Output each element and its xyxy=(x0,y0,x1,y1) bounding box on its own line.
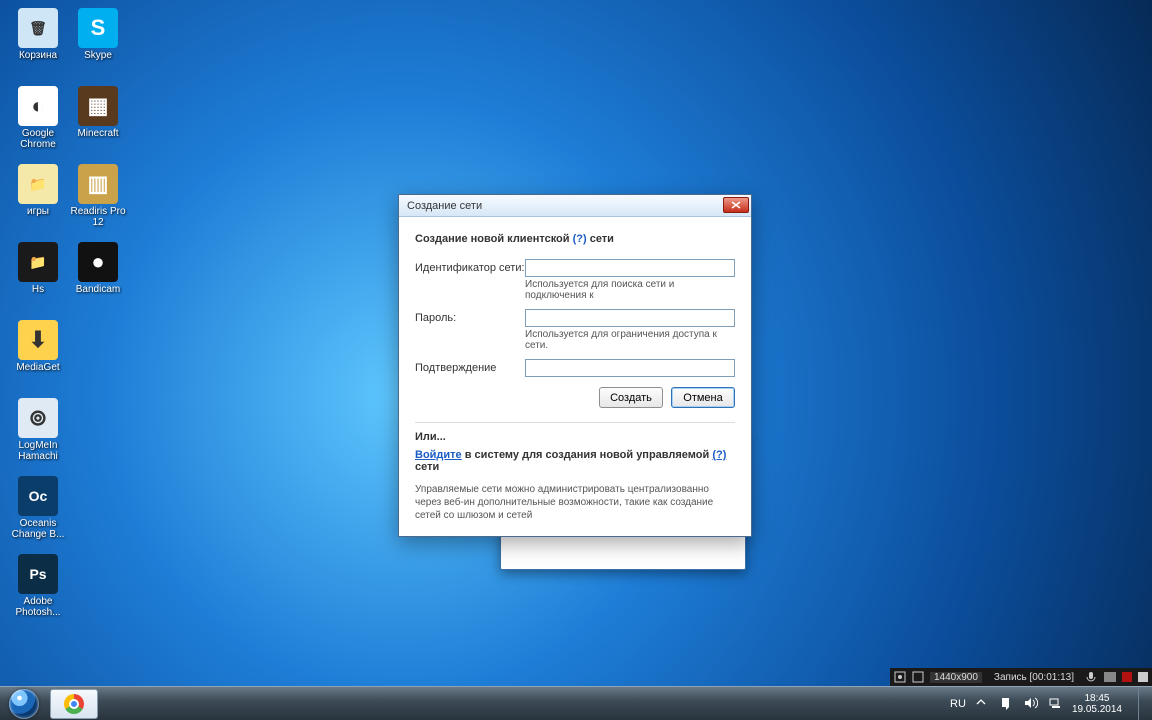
action-center-icon[interactable] xyxy=(1000,697,1014,711)
start-button[interactable] xyxy=(0,687,48,720)
stop-icon[interactable] xyxy=(1138,672,1148,682)
create-network-dialog: Создание сети Создание новой клиентской … xyxy=(398,194,752,537)
divider xyxy=(415,422,735,423)
app-icon: ● xyxy=(78,242,118,282)
desktop-icon-label: Skype xyxy=(84,50,112,61)
system-tray: RU 18:45 19.05.2014 xyxy=(950,687,1152,720)
desktop-icon-google-chrome[interactable]: ◐Google Chrome xyxy=(8,86,68,164)
confirm-label: Подтверждение xyxy=(415,362,525,374)
show-hidden-icons[interactable] xyxy=(976,697,990,711)
clock-time: 18:45 xyxy=(1072,693,1122,704)
record-indicator-icon[interactable] xyxy=(1122,672,1132,682)
chrome-icon xyxy=(64,694,84,714)
resolution-readout: 1440x900 xyxy=(930,672,982,683)
language-indicator[interactable]: RU xyxy=(950,698,966,710)
desktop-icon-adobe-photosh-[interactable]: PsAdobe Photosh... xyxy=(8,554,68,632)
close-icon xyxy=(731,201,741,209)
app-icon: ◐ xyxy=(18,86,58,126)
desktop-icon-игры[interactable]: 📁 игры xyxy=(8,164,68,242)
login-link[interactable]: Войдите xyxy=(415,449,462,461)
desktop-icon-label: Minecraft xyxy=(77,128,118,139)
target-icon[interactable] xyxy=(894,671,906,683)
desktop-icon-корзина[interactable]: 🗑 Корзина xyxy=(8,8,68,86)
mic-icon[interactable] xyxy=(1086,671,1098,683)
clock[interactable]: 18:45 19.05.2014 xyxy=(1072,693,1122,715)
managed-network-description: Управляемые сети можно администрировать … xyxy=(415,483,735,522)
confirm-password-input[interactable] xyxy=(525,359,735,377)
login-prompt: Войдите в систему для создания новой упр… xyxy=(415,449,735,473)
password-input[interactable] xyxy=(525,309,735,327)
desktop-icon-label: Google Chrome xyxy=(8,128,68,150)
desktop-icon-label: LogMeIn Hamachi xyxy=(8,440,68,462)
app-icon: ⬇ xyxy=(18,320,58,360)
dialog-titlebar[interactable]: Создание сети xyxy=(399,195,751,217)
dialog-title: Создание сети xyxy=(407,200,482,212)
network-icon[interactable] xyxy=(1048,697,1062,711)
desktop-icon-skype[interactable]: S Skype xyxy=(68,8,128,86)
app-icon: S xyxy=(78,8,118,48)
desktop-icon-label: MediaGet xyxy=(16,362,59,373)
desktop-icon-label: игры xyxy=(27,206,49,217)
taskbar-app-chrome[interactable] xyxy=(50,689,98,719)
app-icon: ▥ xyxy=(78,164,118,204)
desktop-icon-hs[interactable]: 📁 Hs xyxy=(8,242,68,320)
password-hint: Используется для ограничения доступа к с… xyxy=(525,329,735,351)
desktop-icon-label: Readiris Pro 12 xyxy=(68,206,128,228)
taskbar: RU 18:45 19.05.2014 xyxy=(0,686,1152,720)
network-id-input[interactable] xyxy=(525,259,735,277)
app-icon: 🗑 xyxy=(18,8,58,48)
dialog-heading: Создание новой клиентской (?) сети xyxy=(415,233,735,245)
close-button[interactable] xyxy=(723,197,749,213)
desktop-icon-minecraft[interactable]: ▦ Minecraft xyxy=(68,86,128,164)
app-icon: ▦ xyxy=(78,86,118,126)
desktop-icon-label: Bandicam xyxy=(76,284,120,295)
desktop-icon-logmein-hamachi[interactable]: ⊚LogMeIn Hamachi xyxy=(8,398,68,476)
desktop-icon-label: Корзина xyxy=(19,50,57,61)
desktop-icon-mediaget[interactable]: ⬇ MediaGet xyxy=(8,320,68,398)
or-label: Или... xyxy=(415,431,735,443)
volume-icon[interactable] xyxy=(1024,697,1038,711)
desktop-icon-label: Hs xyxy=(32,284,44,295)
network-id-label: Идентификатор сети: xyxy=(415,262,525,274)
network-id-hint: Используется для поиска сети и подключен… xyxy=(525,279,735,301)
bandicam-overlay[interactable]: 1440x900 Запись [00:01:13] xyxy=(890,668,1152,686)
show-desktop-button[interactable] xyxy=(1138,687,1148,720)
managed-help-link[interactable]: (?) xyxy=(712,449,726,461)
password-label: Пароль: xyxy=(415,312,525,324)
app-icon: 📁 xyxy=(18,164,58,204)
webcam-icon[interactable] xyxy=(1104,672,1116,682)
app-icon: ⊚ xyxy=(18,398,58,438)
desktop-icon-bandicam[interactable]: ● Bandicam xyxy=(68,242,128,320)
fullscreen-icon[interactable] xyxy=(912,671,924,683)
cancel-button[interactable]: Отмена xyxy=(671,387,735,408)
clock-date: 19.05.2014 xyxy=(1072,704,1122,715)
create-button[interactable]: Создать xyxy=(599,387,663,408)
desktop-icon-label: Oceanis Change B... xyxy=(8,518,68,540)
recording-time: Запись [00:01:13] xyxy=(994,672,1074,683)
desktop-icon-label: Adobe Photosh... xyxy=(8,596,68,618)
app-icon: Oc xyxy=(18,476,58,516)
desktop-icon-oceanis-change-b-[interactable]: OcOceanis Change B... xyxy=(8,476,68,554)
app-icon: Ps xyxy=(18,554,58,594)
app-icon: 📁 xyxy=(18,242,58,282)
desktop-icon-readiris-pro-12[interactable]: ▥Readiris Pro 12 xyxy=(68,164,128,242)
help-link[interactable]: (?) xyxy=(573,233,587,245)
